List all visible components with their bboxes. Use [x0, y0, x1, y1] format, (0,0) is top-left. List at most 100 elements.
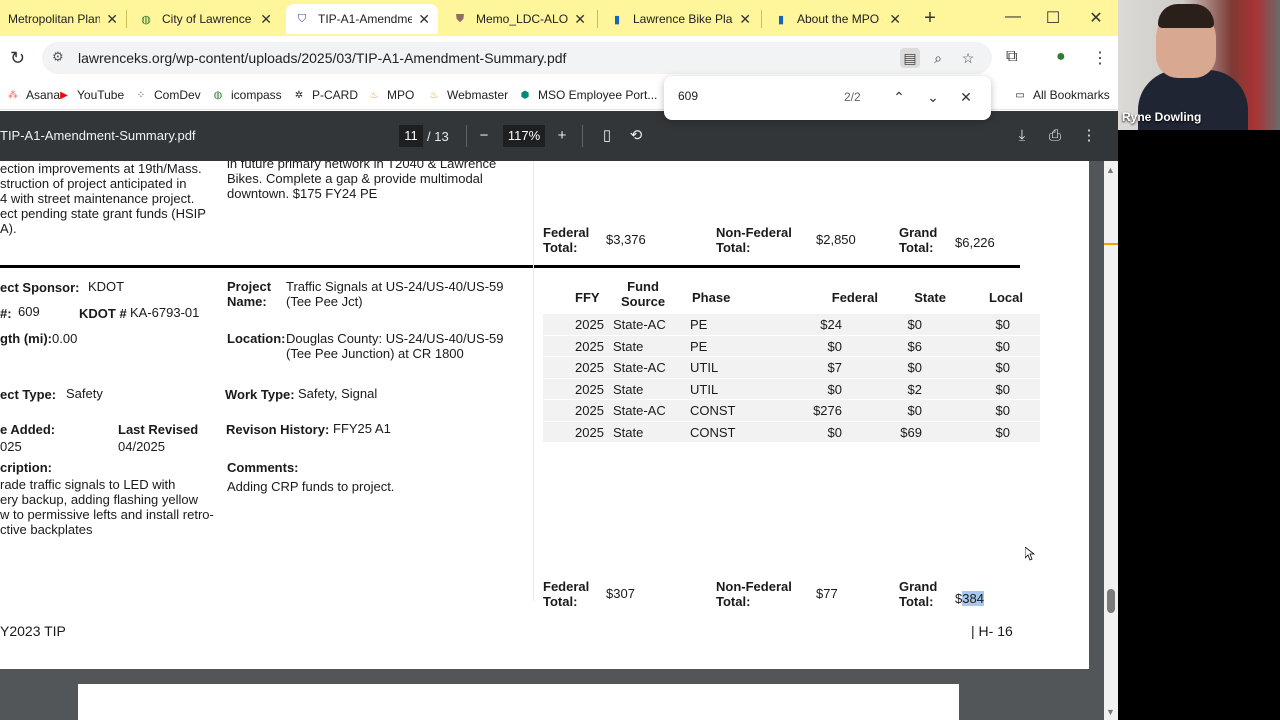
- location-label: Location:: [227, 331, 286, 346]
- bookmark-label: ComDev: [154, 88, 201, 102]
- close-icon[interactable]: ✕: [260, 11, 272, 28]
- bookmark-comdev[interactable]: ⁘ ComDev: [134, 85, 201, 105]
- tab-about-mpo[interactable]: ▮ About the MPO - C ✕: [765, 4, 909, 34]
- last-revised-label: Last Revised: [118, 422, 199, 437]
- reload-icon[interactable]: ↻: [10, 48, 25, 69]
- maximize-icon[interactable]: ☐: [1043, 8, 1063, 28]
- table-row: 2025 State PE $0 $6 $0: [543, 334, 1040, 356]
- bookmark-webmaster[interactable]: ♨ Webmaster: [427, 85, 509, 105]
- close-icon[interactable]: ✕: [739, 11, 751, 28]
- page-footer-right: | H- 16: [971, 623, 1013, 639]
- comments-label: Comments:: [227, 460, 299, 475]
- print-icon[interactable]: ⎙: [1044, 125, 1066, 147]
- funding-table: FFY Fund Source Phase Federal State Loca…: [543, 279, 1053, 442]
- address-bar[interactable]: ⚙ lawrenceks.org/wp-content/uploads/2025…: [42, 42, 992, 74]
- kdot-number-value: KA-6793-01: [130, 305, 200, 320]
- close-icon[interactable]: ✕: [889, 11, 901, 28]
- header-fund-source: Fund Source: [621, 279, 666, 309]
- cell-phase: CONST: [690, 424, 736, 440]
- cell-fund-source: State: [613, 338, 644, 354]
- tab-memo[interactable]: ⛊ Memo_LDC-ALOP- ✕: [444, 4, 594, 34]
- bookmark-mso-portal[interactable]: ⬢ MSO Employee Port...: [518, 85, 658, 105]
- flame-icon: ♨: [369, 89, 379, 101]
- pdf-viewer[interactable]: ection improvements at 19th/Mass. struct…: [0, 161, 1104, 720]
- tab-title: Lawrence Bike Plan: [633, 12, 734, 26]
- url-text: lawrenceks.org/wp-content/uploads/2025/0…: [78, 50, 567, 66]
- bookmark-youtube[interactable]: ▶ YouTube: [57, 85, 124, 105]
- rotate-icon[interactable]: ⟲: [625, 125, 647, 147]
- cell-ffy: 2025: [575, 403, 604, 418]
- screen: Metropolitan Planni ✕ ◍ City of Lawrence…: [0, 0, 1280, 720]
- zoom-out-icon[interactable]: −: [473, 125, 495, 147]
- cell-state: $69: [900, 424, 922, 440]
- federal-total-label: Federal Total:: [543, 579, 590, 609]
- globe-icon: ◍: [141, 13, 151, 26]
- cell-local: $0: [995, 381, 1010, 397]
- new-tab-button[interactable]: +: [920, 8, 940, 28]
- find-close-icon[interactable]: ✕: [957, 88, 975, 106]
- find-input[interactable]: 609: [678, 89, 698, 103]
- site-info-icon[interactable]: ⚙: [52, 49, 64, 65]
- scroll-down-icon[interactable]: ▼: [1106, 707, 1115, 717]
- cell-local: $0: [995, 360, 1010, 375]
- project-divider: [0, 265, 1020, 268]
- tab-bike-plan[interactable]: ▮ Lawrence Bike Plan ✕: [601, 4, 759, 34]
- more-options-icon[interactable]: ⋮: [1078, 125, 1100, 147]
- tab-tip-amendment[interactable]: ⛉ TIP-A1-Amendmen ✕: [286, 4, 438, 34]
- page-info-icon[interactable]: ▤: [900, 48, 920, 68]
- page-number-input[interactable]: 11: [399, 125, 423, 147]
- bookmark-asana[interactable]: ⁂ Asana: [6, 85, 60, 105]
- cell-phase: PE: [690, 317, 708, 332]
- prev-federal-value: $3,376: [606, 232, 646, 247]
- menu-icon[interactable]: ⋮: [1092, 48, 1108, 68]
- close-icon[interactable]: ✕: [418, 11, 430, 28]
- close-icon[interactable]: ✕: [574, 11, 586, 28]
- close-window-icon[interactable]: ✕: [1086, 8, 1106, 28]
- bookmark-star-icon[interactable]: ☆: [958, 48, 978, 68]
- tab-separator: [597, 10, 598, 28]
- webcam-person-hair: [1158, 4, 1214, 28]
- last-revised-value: 04/2025: [118, 439, 165, 454]
- extensions-icon[interactable]: ⧉: [1006, 48, 1017, 66]
- cell-phase: CONST: [690, 403, 736, 418]
- tab-metropolitan-planning[interactable]: Metropolitan Planni ✕: [0, 4, 126, 34]
- scroll-up-icon[interactable]: ▲: [1106, 165, 1115, 175]
- scrollbar[interactable]: ▲ ▼: [1104, 161, 1118, 720]
- folder-icon: ▭: [1015, 89, 1025, 101]
- mouse-cursor-icon: [1025, 547, 1035, 561]
- cell-ffy: 2025: [575, 424, 604, 440]
- bookmark-pcard[interactable]: ✲ P-CARD: [292, 85, 358, 105]
- find-previous-icon[interactable]: ⌃: [890, 88, 908, 106]
- cell-fund-source: State: [613, 381, 644, 397]
- all-bookmarks[interactable]: ▭ All Bookmarks: [1013, 85, 1109, 105]
- zoom-level-input[interactable]: 117%: [503, 125, 545, 147]
- bookmark-mpo[interactable]: ♨ MPO: [367, 85, 415, 105]
- table-row: 2025 State-AC PE $24 $0 $0: [543, 313, 1040, 335]
- prev-project-description: ection improvements at 19th/Mass. struct…: [0, 161, 206, 236]
- cell-state: $6: [907, 338, 922, 354]
- download-icon[interactable]: ⤓: [1011, 125, 1033, 147]
- column-rule: [533, 161, 534, 601]
- minimize-icon[interactable]: —: [1003, 8, 1023, 26]
- zoom-in-icon[interactable]: +: [551, 125, 573, 147]
- fit-page-icon[interactable]: ▯: [596, 125, 618, 147]
- nonfederal-total-label: Non-Federal Total:: [716, 579, 792, 609]
- cell-ffy: 2025: [575, 317, 604, 332]
- cell-local: $0: [995, 338, 1010, 354]
- bookmark-label: MPO: [387, 88, 415, 102]
- cell-state: $0: [907, 317, 922, 332]
- scroll-thumb[interactable]: [1107, 589, 1115, 613]
- cell-fund-source: State-AC: [613, 317, 666, 332]
- close-icon[interactable]: ✕: [106, 11, 118, 28]
- youtube-icon: ▶: [60, 89, 68, 101]
- project-id-value: 609: [18, 304, 40, 319]
- profile-avatar[interactable]: ●: [1056, 48, 1066, 66]
- toolbar-divider: [582, 125, 583, 147]
- find-next-icon[interactable]: ⌄: [924, 88, 942, 106]
- work-type-label: Work Type:: [225, 387, 295, 402]
- zoom-icon[interactable]: ⌕: [928, 48, 948, 68]
- bookmark-label: Webmaster: [447, 88, 509, 102]
- pdf-page: ection improvements at 19th/Mass. struct…: [0, 161, 1089, 669]
- tab-city-of-lawrence[interactable]: ◍ City of Lawrence - ✕: [130, 4, 280, 34]
- bookmark-icompass[interactable]: ◍ icompass: [211, 85, 282, 105]
